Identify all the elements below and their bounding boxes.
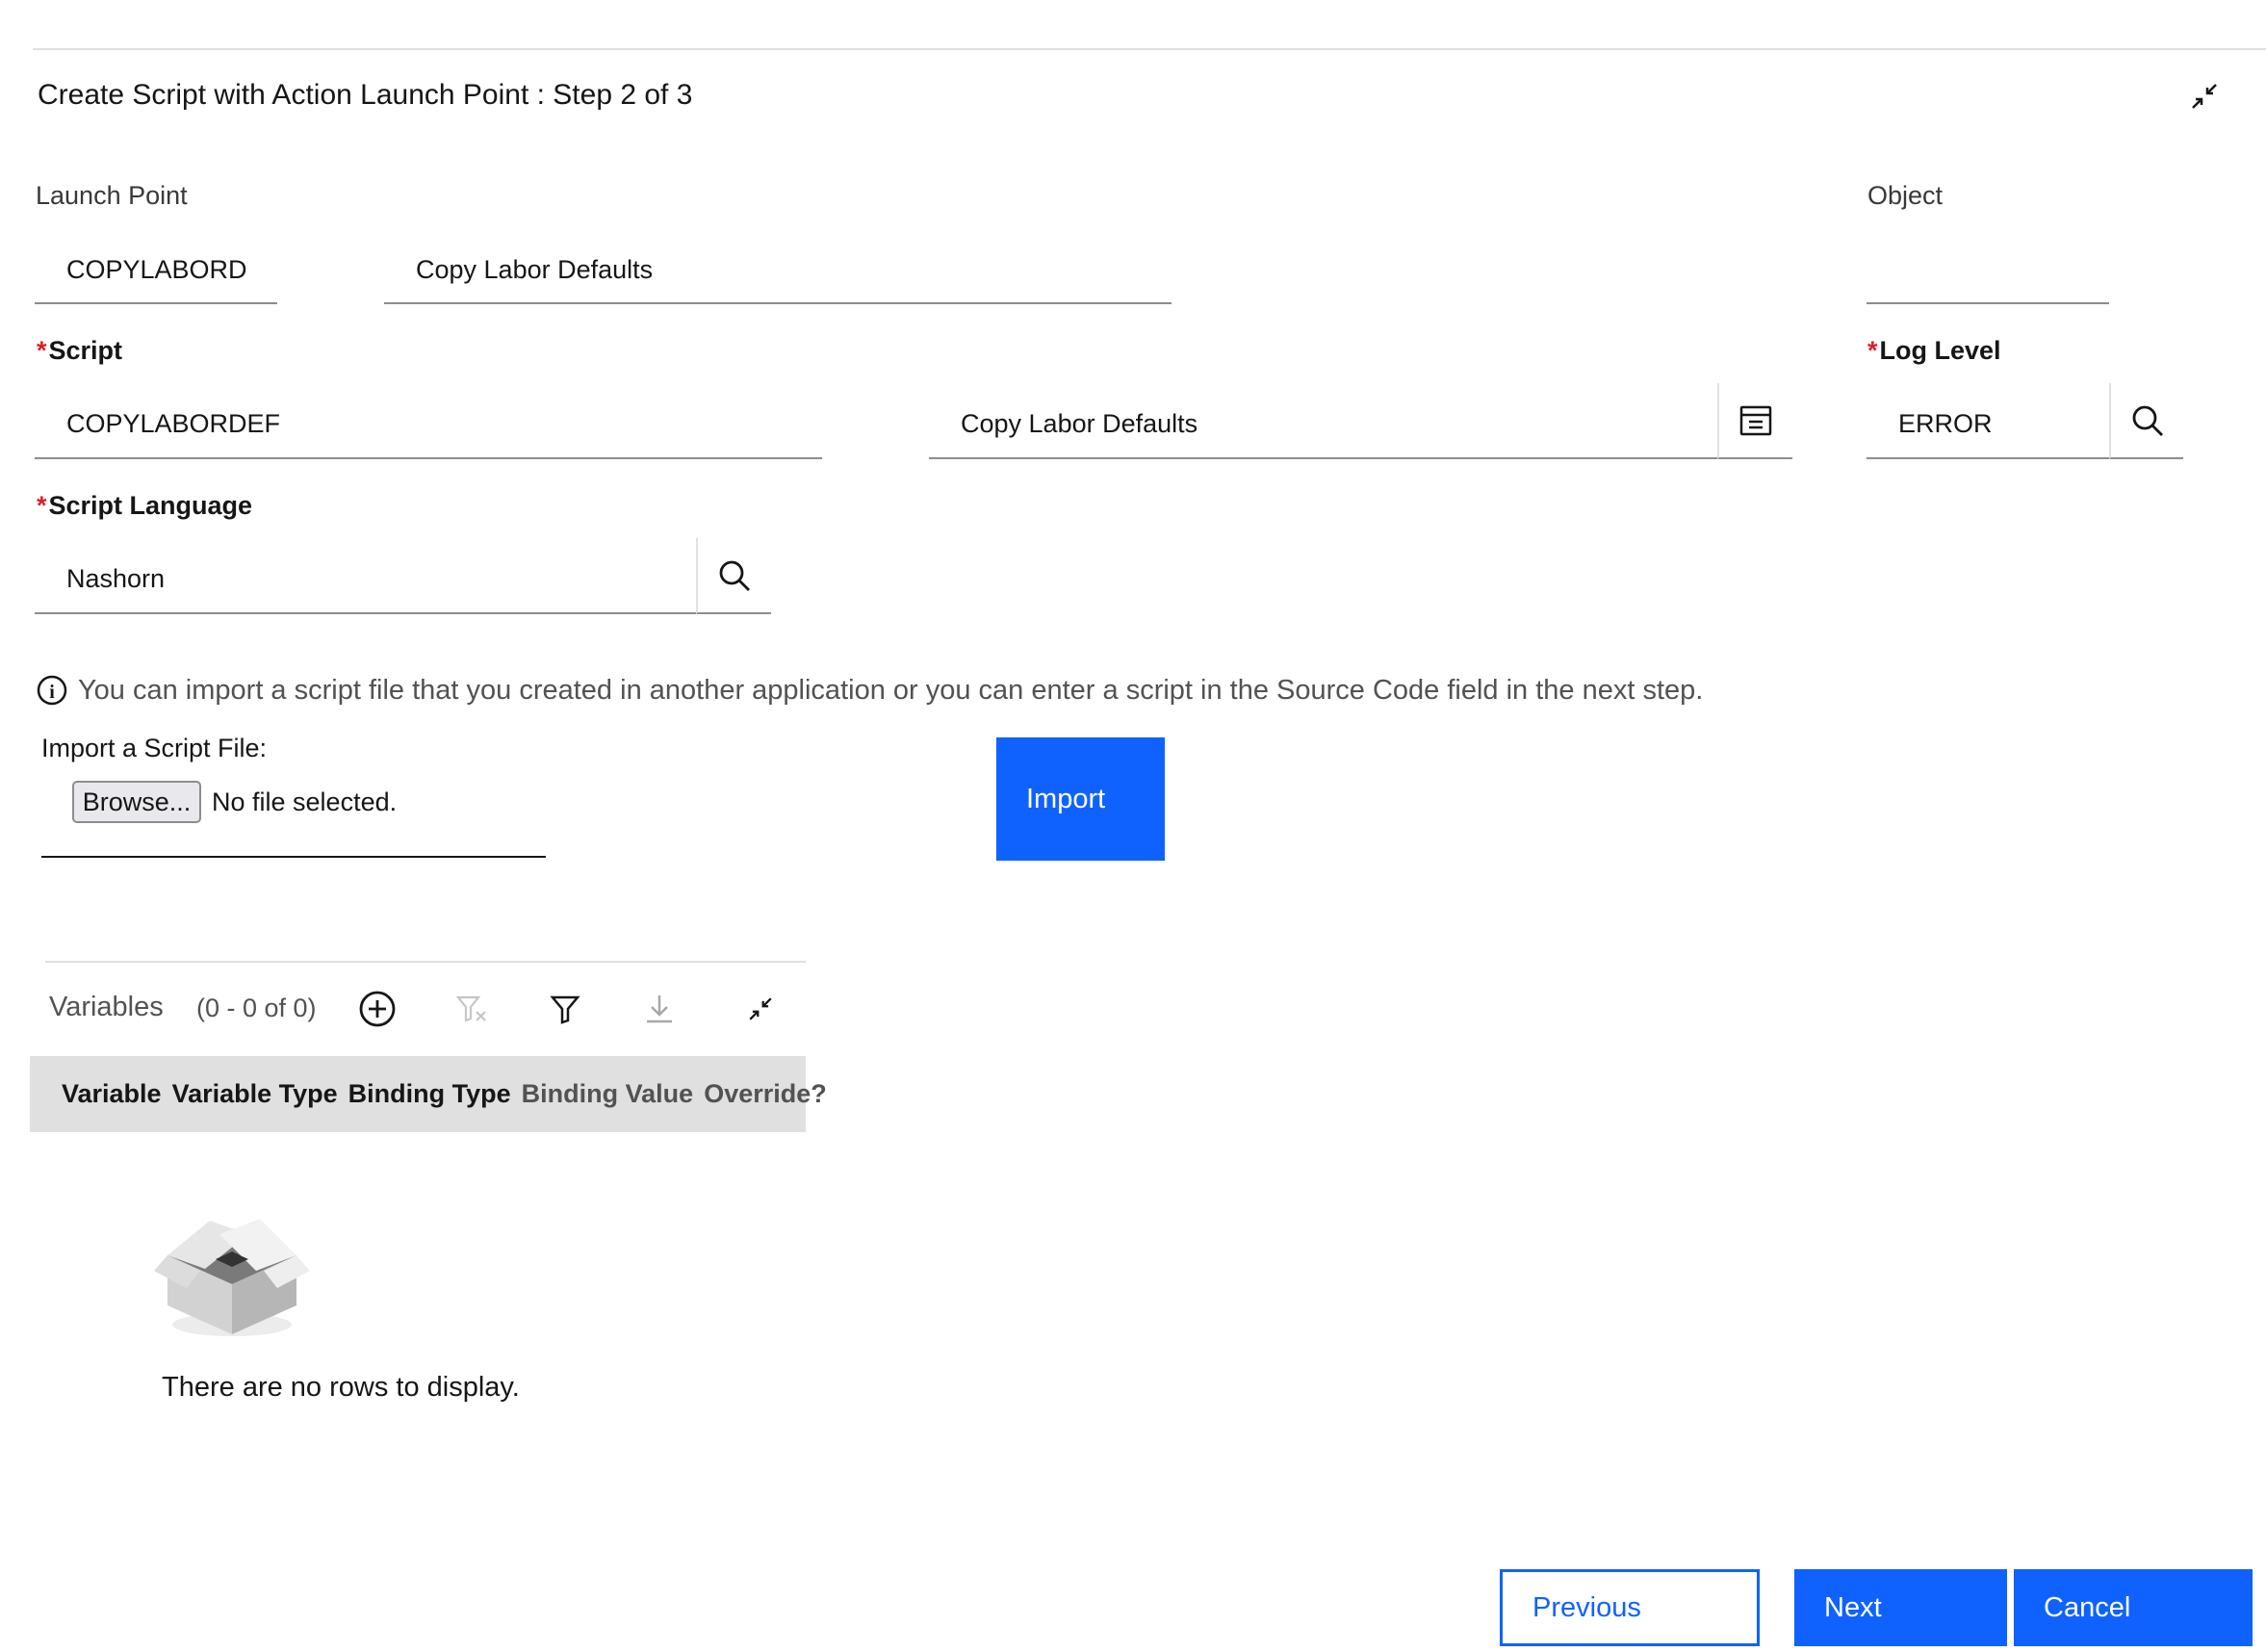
previous-button[interactable]: Previous: [1500, 1569, 1760, 1646]
dialog-top-divider: [33, 48, 2266, 50]
script-description: Copy Labor Defaults: [961, 408, 1198, 438]
variables-title: Variables: [49, 992, 164, 1022]
import-file-label: Import a Script File:: [41, 734, 268, 762]
cancel-button[interactable]: Cancel: [2014, 1569, 2253, 1646]
column-header[interactable]: Override?: [704, 1079, 827, 1109]
file-status: No file selected.: [212, 787, 398, 816]
info-icon: i: [36, 674, 68, 707]
long-description-icon[interactable]: [1717, 383, 1792, 459]
log-level-value: ERROR: [1898, 408, 1993, 438]
file-input-underline: [41, 856, 546, 858]
script-label: *Script: [37, 336, 123, 365]
log-level-search-icon[interactable]: [2109, 383, 2183, 459]
variables-divider: [45, 961, 806, 963]
import-button[interactable]: Import: [996, 737, 1165, 861]
script-language-label: *Script Language: [37, 491, 253, 520]
script-language-search-icon[interactable]: [696, 538, 771, 614]
empty-box-icon: [152, 1192, 312, 1340]
launch-point-description: Copy Labor Defaults: [416, 254, 654, 284]
object-field[interactable]: [1867, 237, 2109, 304]
script-language-field[interactable]: Nashorn: [35, 545, 698, 614]
launch-point-field[interactable]: COPYLABORDEF: [35, 237, 277, 304]
script-description-field[interactable]: Copy Labor Defaults: [929, 390, 1718, 459]
script-language-value: Nashorn: [66, 563, 166, 593]
dialog-title: Create Script with Action Launch Point :…: [38, 79, 693, 111]
svg-text:i: i: [49, 682, 55, 703]
variables-table-header: Variable Variable Type Binding Type Bind…: [30, 1056, 827, 1132]
log-level-field[interactable]: ERROR: [1867, 390, 2111, 459]
minimize-icon[interactable]: [2185, 77, 2224, 116]
script-field[interactable]: COPYLABORDEF: [35, 390, 822, 459]
launch-point-label: Launch Point: [36, 181, 188, 210]
column-header[interactable]: Variable: [62, 1079, 162, 1109]
launch-point-value: COPYLABORDEF: [66, 254, 247, 284]
next-button[interactable]: Next: [1794, 1569, 2007, 1646]
launch-point-description-field[interactable]: Copy Labor Defaults: [384, 237, 1172, 304]
variables-count: (0 - 0 of 0): [196, 994, 317, 1022]
download-icon[interactable]: [638, 988, 681, 1030]
add-icon[interactable]: [356, 988, 399, 1030]
object-label: Object: [1867, 181, 1944, 210]
column-header[interactable]: Variable Type: [172, 1079, 338, 1109]
info-text: You can import a script file that you cr…: [78, 674, 1704, 706]
minimize-icon[interactable]: [739, 988, 782, 1030]
column-header[interactable]: Binding Type: [348, 1079, 511, 1109]
column-header[interactable]: Binding Value: [522, 1079, 694, 1109]
log-level-label: *Log Level: [1867, 336, 2001, 365]
clear-filter-icon[interactable]: [451, 988, 493, 1030]
empty-state-message: There are no rows to display.: [162, 1372, 520, 1403]
script-value: COPYLABORDEF: [66, 408, 281, 438]
info-message: i You can import a script file that you …: [36, 674, 1703, 707]
browse-button[interactable]: Browse...: [72, 781, 201, 823]
filter-icon[interactable]: [544, 988, 586, 1030]
